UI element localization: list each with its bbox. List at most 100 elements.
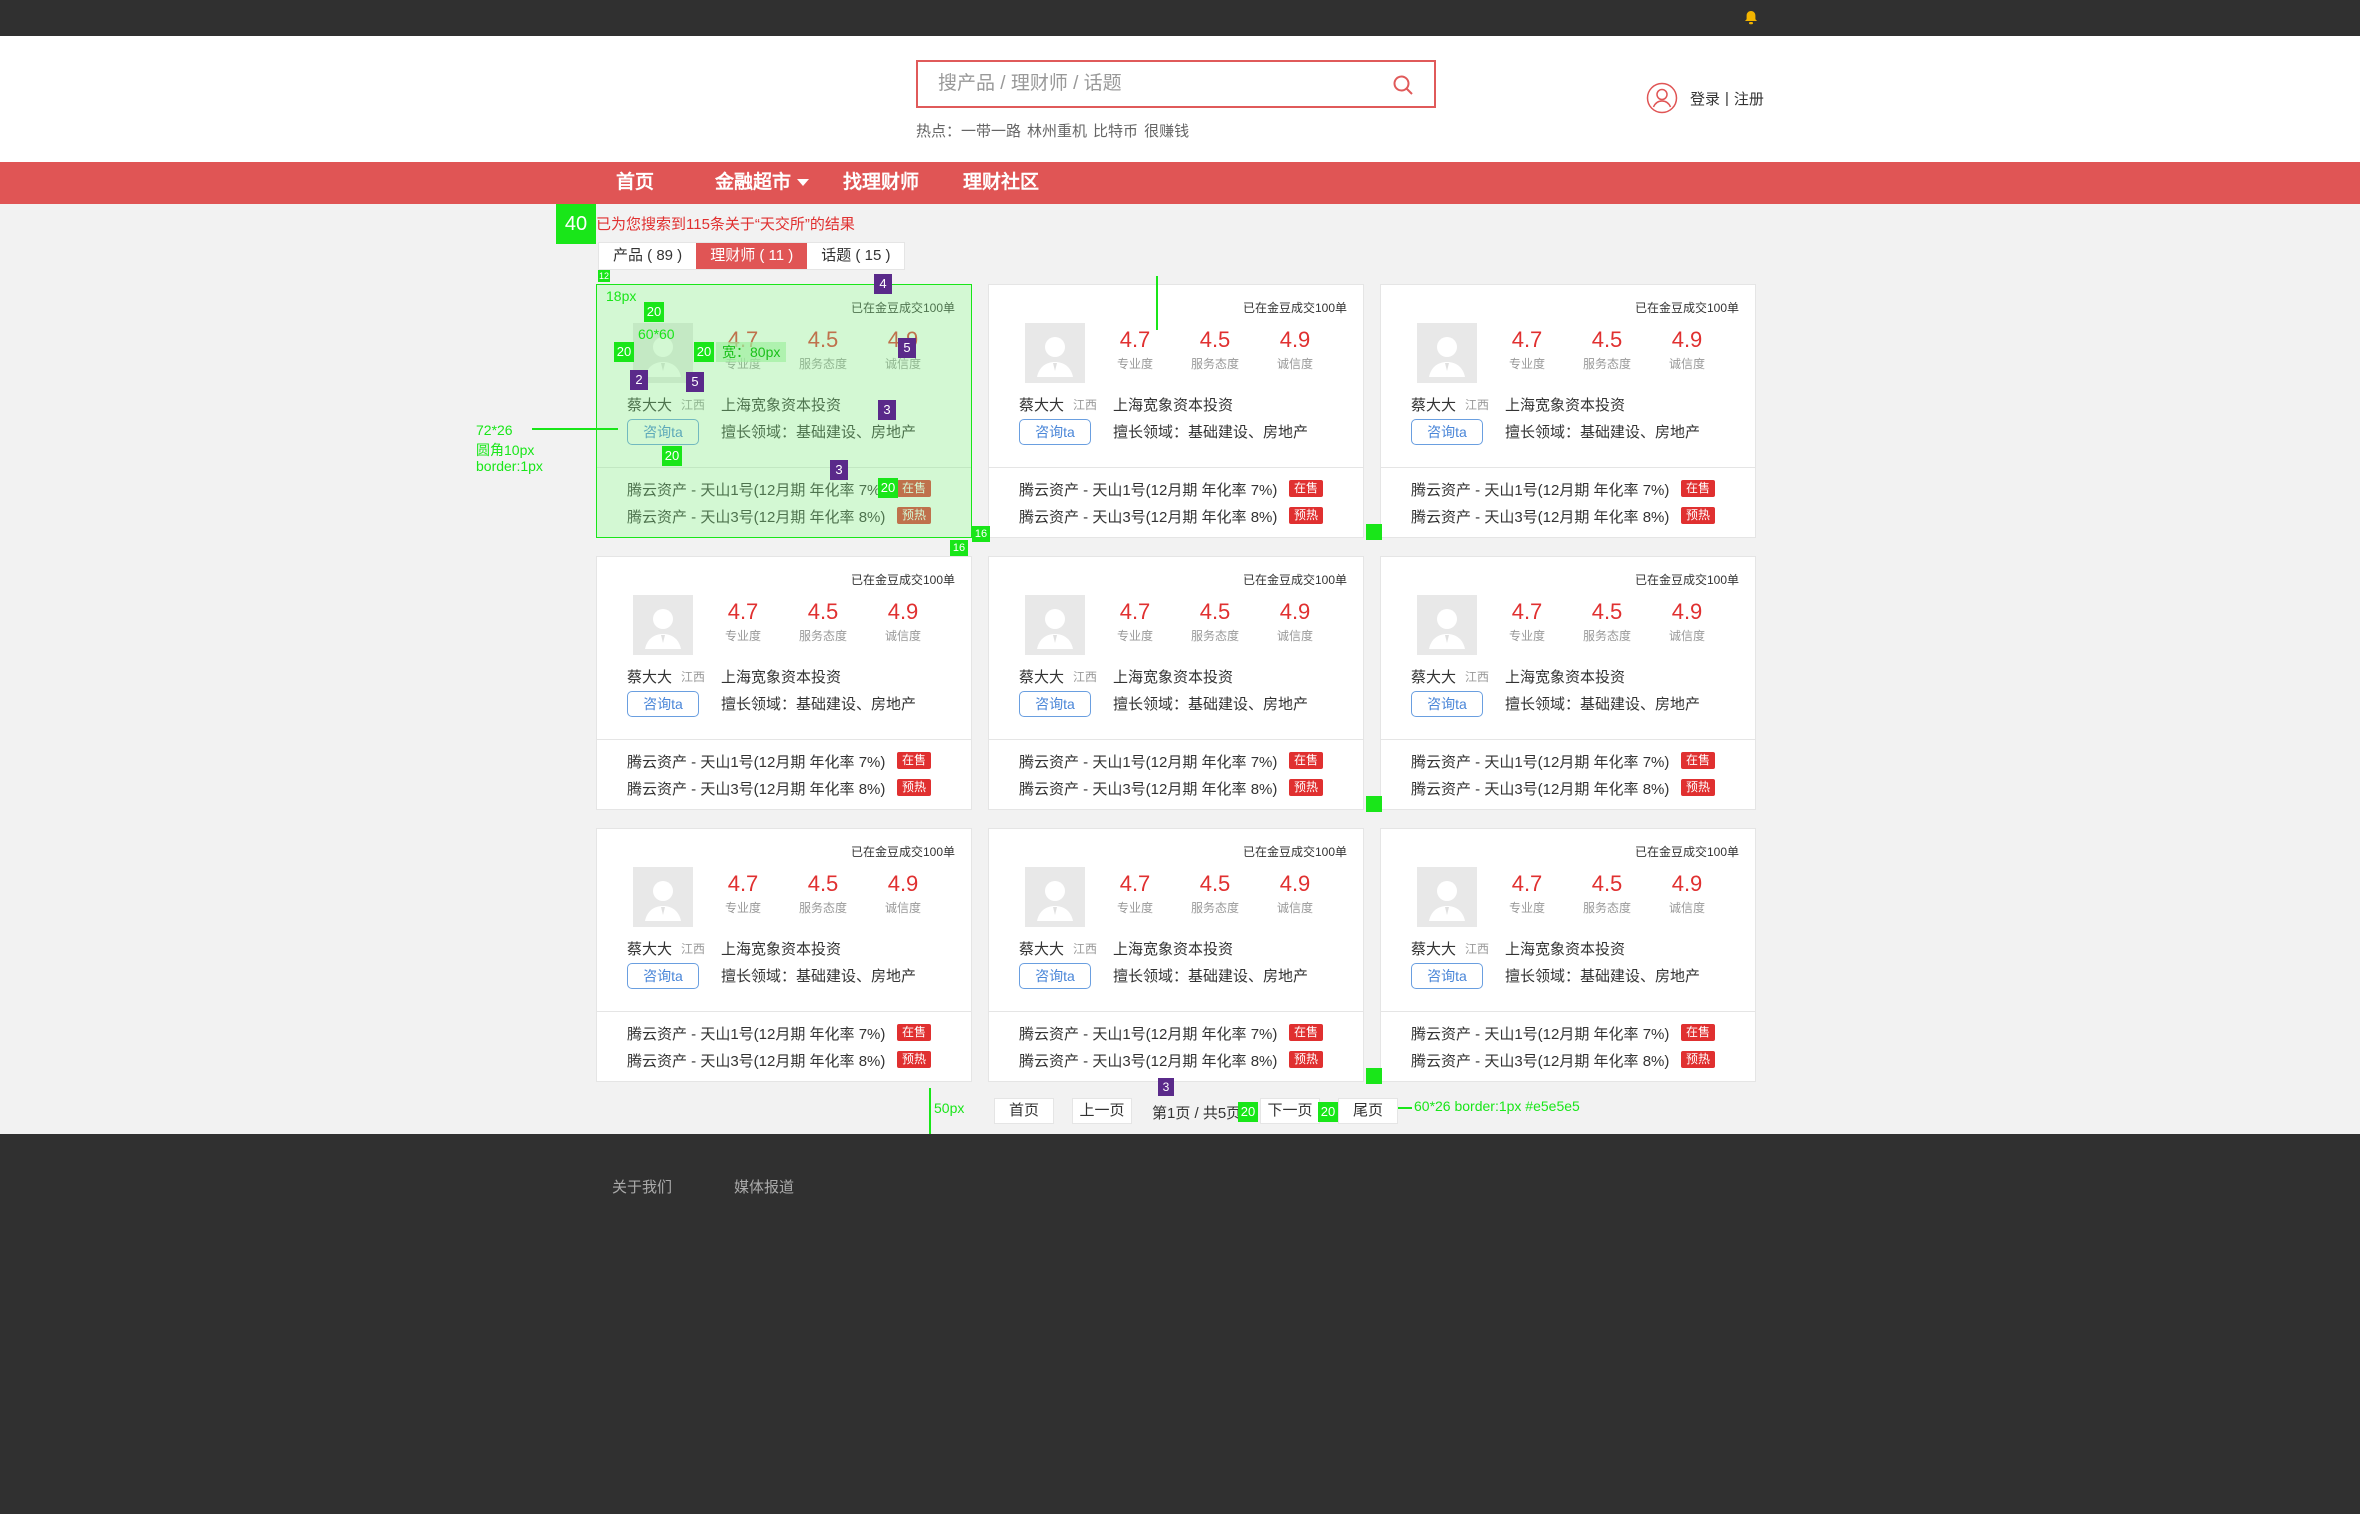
planner-name[interactable]: 蔡大大: [1019, 394, 1064, 415]
product-link[interactable]: 腾云资产 - 天山1号(12月期 年化率 7%): [1019, 751, 1277, 772]
product-link[interactable]: 腾云资产 - 天山1号(12月期 年化率 7%): [627, 751, 885, 772]
score-label: 专业度: [724, 629, 761, 643]
product-link[interactable]: 腾云资产 - 天山3号(12月期 年化率 8%): [627, 1050, 885, 1071]
product-link[interactable]: 腾云资产 - 天山1号(12月期 年化率 7%): [1019, 1023, 1277, 1044]
score-value: 4.9: [1671, 871, 1703, 896]
avatar[interactable]: [1417, 595, 1477, 655]
score-service: 4.5 服务态度: [1567, 327, 1647, 372]
avatar[interactable]: [1025, 595, 1085, 655]
user-area: 登录 | 注册: [1646, 82, 1764, 114]
avatar[interactable]: [633, 867, 693, 927]
planner-name[interactable]: 蔡大大: [627, 938, 672, 959]
score-value: 4.7: [1119, 871, 1151, 896]
spacing-annotation: 20: [644, 302, 664, 322]
nav-community[interactable]: 理财社区: [963, 162, 1039, 204]
product-link[interactable]: 腾云资产 - 天山3号(12月期 年化率 8%): [1019, 778, 1277, 799]
score-label: 服务态度: [1582, 901, 1631, 915]
product-link[interactable]: 腾云资产 - 天山3号(12月期 年化率 8%): [1411, 1050, 1669, 1071]
footer-about-link[interactable]: 关于我们: [612, 1176, 672, 1197]
planner-name[interactable]: 蔡大大: [1019, 938, 1064, 959]
consult-button[interactable]: 咨询ta: [1019, 691, 1091, 717]
deals-count: 已在金豆成交100单: [1634, 573, 1739, 587]
product-link[interactable]: 腾云资产 - 天山3号(12月期 年化率 8%): [1411, 506, 1669, 527]
avatar-placeholder-icon: [633, 595, 693, 655]
score-professional: 4.7 专业度: [1487, 871, 1567, 916]
consult-button[interactable]: 咨询ta: [627, 691, 699, 717]
product-link[interactable]: 腾云资产 - 天山1号(12月期 年化率 7%): [1411, 479, 1669, 500]
hot-link[interactable]: 一带一路: [961, 123, 1021, 140]
product-link[interactable]: 腾云资产 - 天山1号(12月期 年化率 7%): [1019, 479, 1277, 500]
hot-link[interactable]: 林州重机: [1027, 123, 1087, 140]
top-bar: [0, 0, 2360, 36]
chevron-down-icon: [797, 179, 810, 187]
spacing-annotation: [1366, 1068, 1382, 1084]
planner-card: 已在金豆成交100单 4.7 专业度 4.5 服务态度 4.9 诚信度 蔡大大 …: [988, 828, 1364, 1082]
pager-first[interactable]: 首页: [994, 1098, 1054, 1124]
score-label: 专业度: [724, 901, 761, 915]
register-link[interactable]: 注册: [1734, 88, 1764, 109]
score-value: 4.7: [1511, 327, 1543, 352]
pager-prev[interactable]: 上一页: [1072, 1098, 1132, 1124]
score-professional: 4.7 专业度: [703, 599, 783, 644]
footer: 关于我们 媒体报道: [0, 1134, 2360, 1514]
score-integrity: 4.9 诚信度: [1255, 327, 1335, 372]
score-label: 专业度: [1116, 629, 1153, 643]
hot-link[interactable]: 很赚钱: [1144, 123, 1189, 140]
login-link[interactable]: 登录: [1690, 88, 1720, 109]
product-link[interactable]: 腾云资产 - 天山1号(12月期 年化率 7%): [1411, 751, 1669, 772]
hot-link[interactable]: 比特币: [1093, 123, 1138, 140]
score-label: 服务态度: [1582, 357, 1631, 371]
avatar[interactable]: [633, 595, 693, 655]
product-link[interactable]: 腾云资产 - 天山3号(12月期 年化率 8%): [627, 778, 885, 799]
consult-button[interactable]: 咨询ta: [627, 963, 699, 989]
status-badge: 预热: [1681, 507, 1715, 524]
planner-name[interactable]: 蔡大大: [1019, 666, 1064, 687]
consult-button[interactable]: 咨询ta: [1019, 419, 1091, 445]
result-summary: 已为您搜索到115条关于“天交所”的结果: [596, 216, 855, 233]
consult-button[interactable]: 咨询ta: [1411, 963, 1483, 989]
search-icon[interactable]: [1392, 74, 1414, 96]
product-link[interactable]: 腾云资产 - 天山3号(12月期 年化率 8%): [1019, 506, 1277, 527]
consult-button[interactable]: 咨询ta: [1411, 419, 1483, 445]
product-link[interactable]: 腾云资产 - 天山1号(12月期 年化率 7%): [1411, 1023, 1669, 1044]
product-link[interactable]: 腾云资产 - 天山3号(12月期 年化率 8%): [1411, 778, 1669, 799]
avatar[interactable]: [1025, 867, 1085, 927]
search-box: [916, 60, 1436, 108]
planner-company: 上海宽象资本投资: [721, 669, 842, 686]
product-link[interactable]: 腾云资产 - 天山1号(12月期 年化率 7%): [627, 1023, 885, 1044]
pager-last[interactable]: 尾页: [1338, 1098, 1398, 1124]
avatar[interactable]: [1417, 323, 1477, 383]
bell-icon[interactable]: [1743, 10, 1759, 26]
score-label: 专业度: [1116, 901, 1153, 915]
status-badge: 在售: [1681, 480, 1715, 497]
planner-name[interactable]: 蔡大大: [1411, 666, 1456, 687]
score-label: 专业度: [1508, 901, 1545, 915]
nav-home[interactable]: 首页: [616, 162, 654, 204]
pager-status: 第1页 / 共5页: [1152, 1105, 1242, 1122]
score-service: 4.5 服务态度: [1567, 871, 1647, 916]
annotation-line: [929, 1088, 931, 1136]
tab-topics[interactable]: 话题 ( 15 ): [807, 243, 904, 269]
planner-name[interactable]: 蔡大大: [627, 666, 672, 687]
consult-button[interactable]: 咨询ta: [1411, 691, 1483, 717]
avatar[interactable]: [1025, 323, 1085, 383]
planner-name[interactable]: 蔡大大: [1411, 394, 1456, 415]
pager-next[interactable]: 下一页: [1260, 1098, 1320, 1124]
nav-planner[interactable]: 找理财师: [843, 162, 919, 204]
tab-products[interactable]: 产品 ( 89 ): [599, 243, 696, 269]
planner-company: 上海宽象资本投资: [1505, 941, 1626, 958]
planner-name[interactable]: 蔡大大: [1411, 938, 1456, 959]
score-label: 诚信度: [884, 629, 921, 643]
user-icon[interactable]: [1646, 82, 1678, 114]
score-value: 4.5: [1591, 599, 1623, 624]
avatar[interactable]: [1417, 867, 1477, 927]
search-input[interactable]: [918, 62, 1358, 106]
consult-button[interactable]: 咨询ta: [1019, 963, 1091, 989]
score-label: 诚信度: [1276, 357, 1313, 371]
nav-market[interactable]: 金融超市: [715, 162, 810, 204]
tab-planners[interactable]: 理财师 ( 11 ): [696, 243, 808, 269]
planner-expertise: 擅长领域：基础建设、房地产: [1505, 424, 1701, 441]
product-link[interactable]: 腾云资产 - 天山3号(12月期 年化率 8%): [1019, 1050, 1277, 1071]
footer-media-link[interactable]: 媒体报道: [734, 1176, 794, 1197]
button-spec-annotation: 72*26: [476, 422, 513, 438]
